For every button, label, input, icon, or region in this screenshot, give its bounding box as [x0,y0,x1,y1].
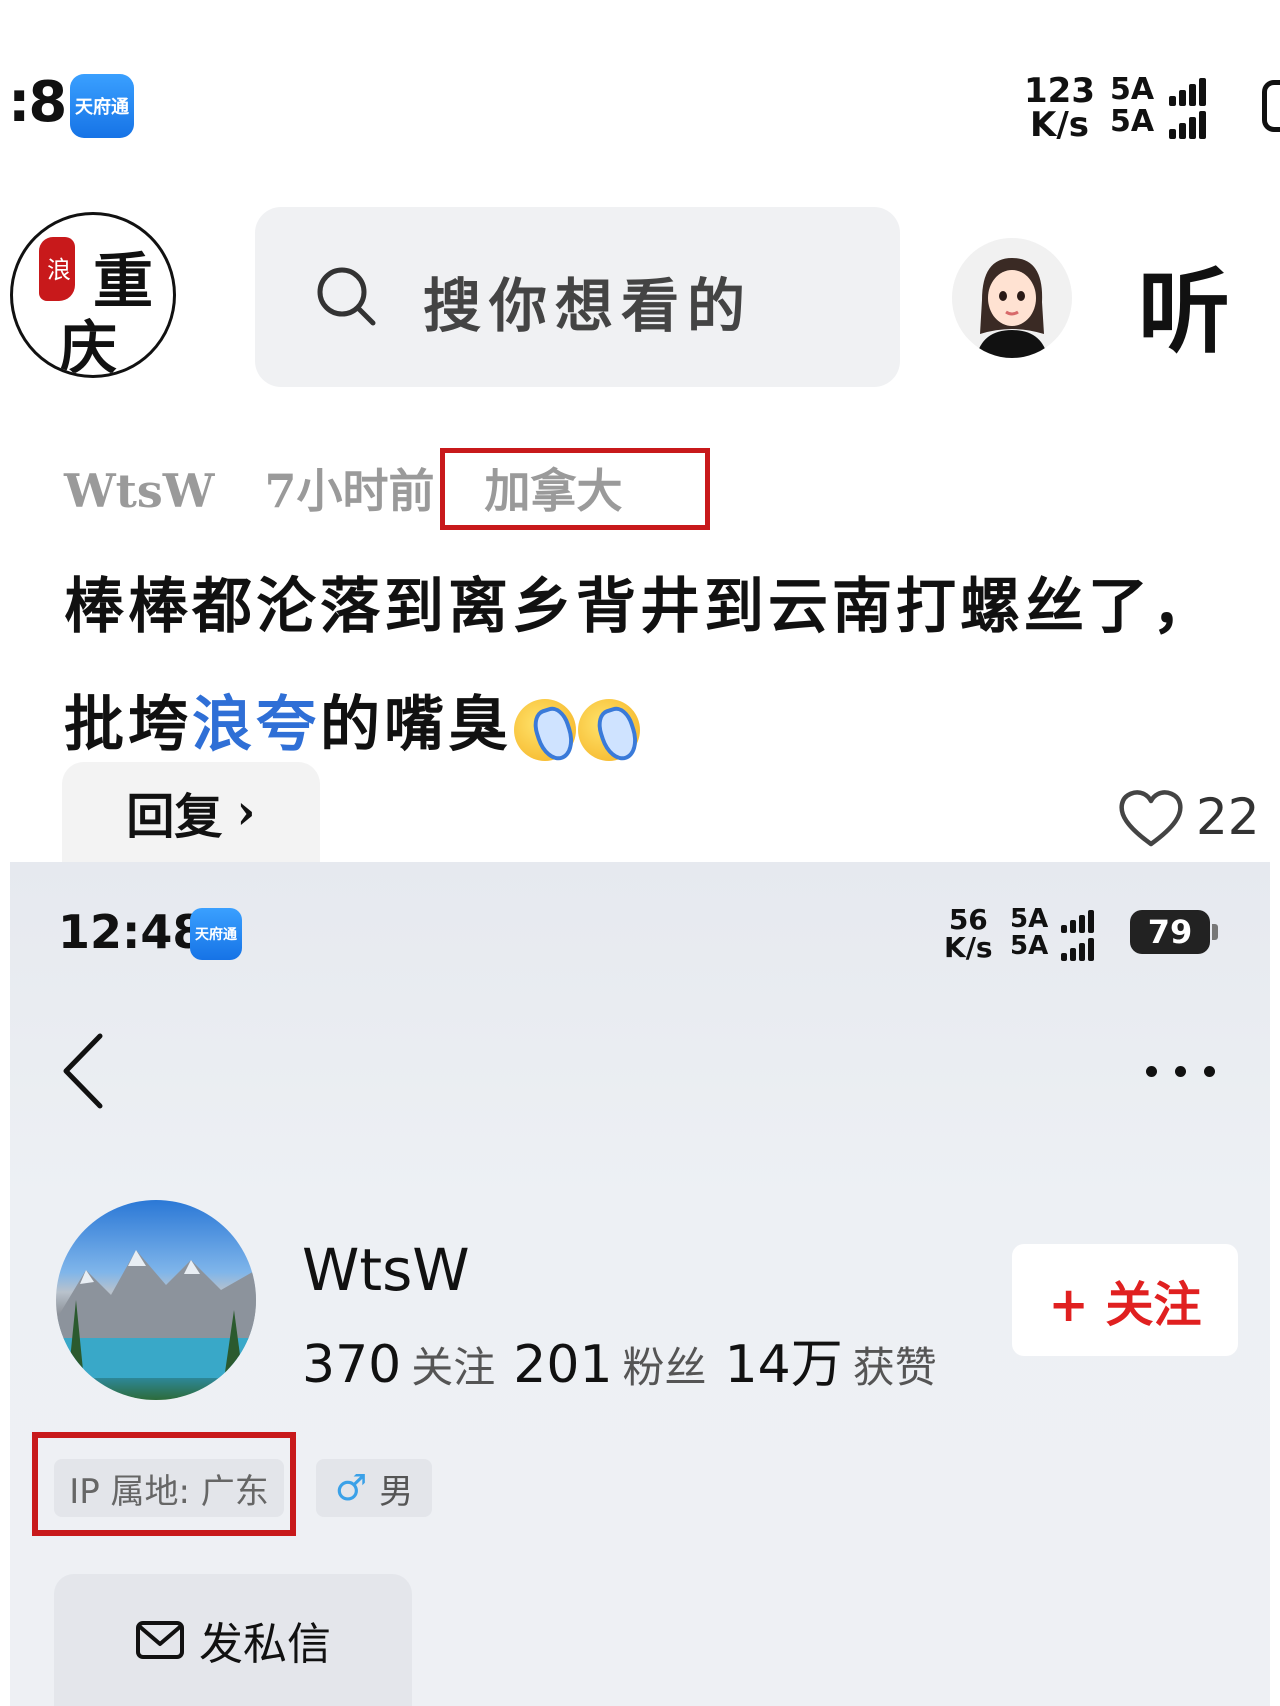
gender-label: 男 [379,1471,414,1512]
send-message-label: 发私信 [199,1619,331,1670]
battery-indicator: 79 [1130,910,1210,954]
heart-icon[interactable] [1118,788,1184,848]
send-message-button[interactable]: 发私信 [54,1574,412,1706]
battery-icon [1262,80,1280,132]
signal-bars-icon [1061,933,1097,961]
signal-bars-icon [1168,75,1209,107]
signal-1-label: 5A [1010,904,1049,935]
following-count[interactable]: 370 [302,1335,401,1395]
network-speed-unit: K/s [1029,105,1089,145]
back-arrow-icon[interactable] [60,1032,106,1110]
chevron-right-icon: › [236,784,256,840]
likes-count: 14万 [724,1335,843,1395]
reply-button[interactable]: 回复 › [62,762,320,872]
comment-body: 棒棒都沦落到离乡背井到云南打螺丝了， 批垮浪夸的嘴臭 [64,548,1280,784]
network-speed: 123 K/s [1024,74,1095,142]
more-options-icon[interactable] [1146,1062,1233,1081]
following-label[interactable]: 关注 [411,1343,495,1392]
follow-button[interactable]: + 关注 [1012,1244,1238,1356]
signal-1-label: 5A [1110,72,1155,107]
like-count: 22 [1196,788,1260,846]
network-speed: 56 K/s [944,906,993,962]
gender-tag: ♂ 男 [316,1459,432,1517]
followers-label[interactable]: 粉丝 [623,1343,707,1392]
followers-count[interactable]: 201 [513,1335,612,1395]
signal-indicators: 5A 5A [1010,906,1097,961]
search-placeholder: 搜你想看的 [423,272,754,340]
crying-slipper-emoji-icon [578,698,640,761]
crying-slipper-emoji-icon [514,698,576,761]
avatar-girl-icon [952,238,1072,358]
location-highlight-box [440,448,710,530]
signal-bars-icon [1168,107,1209,139]
listen-button[interactable]: 听 [1138,238,1230,371]
comment-text-prefix: 批垮 [64,690,192,760]
app-badge-label: 天府通 [75,97,129,118]
status-time: :8 [8,70,67,135]
profile-name: WtsW [302,1236,470,1304]
comment-line-1: 棒棒都沦落到离乡背井到云南打螺丝了， [64,572,1216,642]
search-input[interactable]: 搜你想看的 [255,207,900,387]
signal-2-label: 5A [1110,104,1155,140]
logo-seal: 浪 [39,237,75,301]
tianfutong-app-icon: 天府通 [70,74,134,138]
tianfutong-app-icon: 天府通 [190,908,242,960]
male-symbol-icon: ♂ [334,1467,368,1509]
search-icon [317,267,376,326]
app-badge-label: 天府通 [195,927,237,943]
mountain-lake-avatar-icon [56,1250,256,1400]
network-speed-value: 56 [948,903,988,936]
battery-cap-icon [1212,924,1218,940]
envelope-icon [136,1621,184,1659]
langchongqing-logo[interactable]: 浪 重 庆 [10,212,176,378]
profile-avatar[interactable] [56,1200,256,1400]
ip-highlight-box [32,1432,296,1536]
logo-text-2: 庆 [59,314,118,378]
network-speed-value: 123 [1024,71,1095,111]
likes-label: 获赞 [852,1343,937,1392]
signal-2-label: 5A [1010,931,1049,962]
user-avatar[interactable] [952,238,1072,358]
comment-username[interactable]: WtsW [64,464,214,518]
comment-text-suffix: 的嘴臭 [320,690,512,760]
reply-label: 回复 [126,789,223,845]
mention-link[interactable]: 浪夸 [192,690,320,760]
signal-indicators: 5A 5A [1110,74,1209,139]
comment-time: 7小时前 [264,464,435,518]
profile-stats: 370 关注 201 粉丝 14万 获赞 [302,1322,955,1397]
network-speed-unit: K/s [944,931,993,964]
status-time: 12:48 [58,905,205,959]
battery-level: 79 [1147,913,1193,951]
signal-bars-icon [1061,906,1097,934]
